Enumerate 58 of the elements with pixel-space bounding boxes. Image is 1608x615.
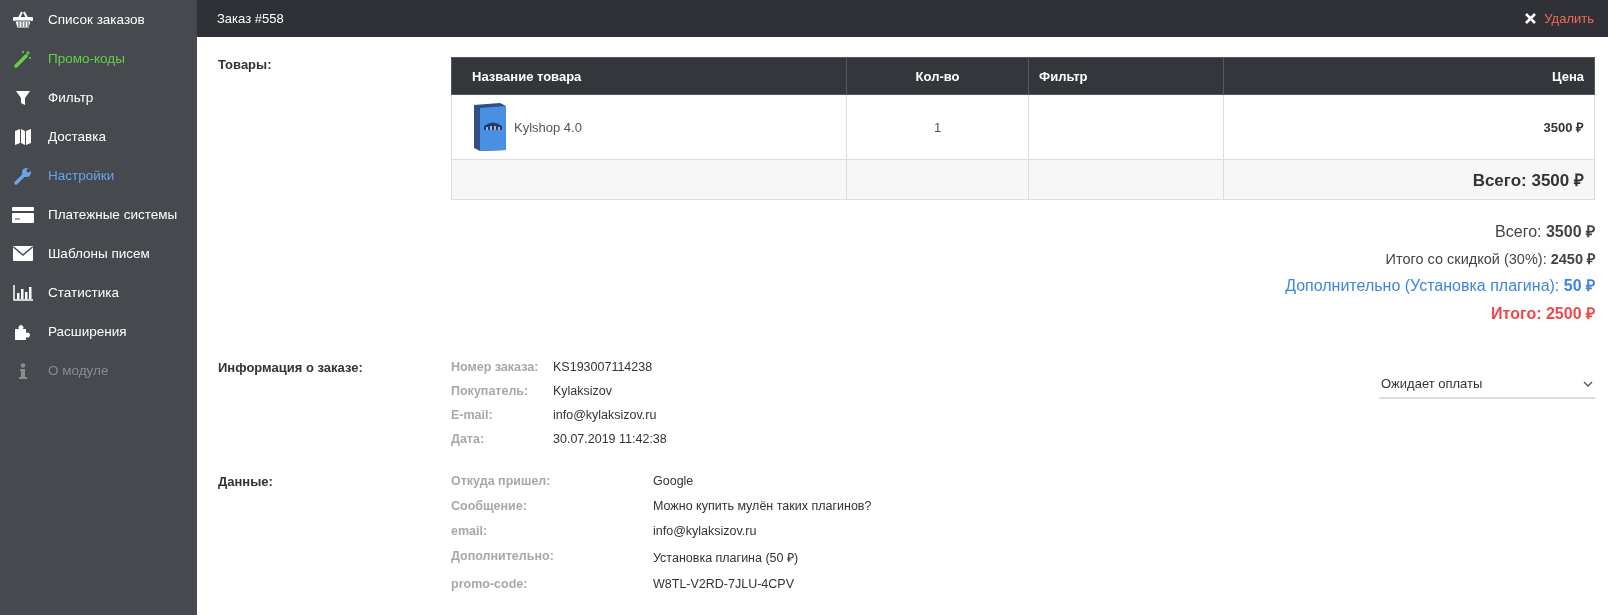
sidebar-item[interactable]: Расширения <box>0 312 197 351</box>
field-label: email: <box>451 524 489 538</box>
section-label: Информация о заказе: <box>218 360 364 377</box>
summary-line: Дополнительно (Установка плагина): 50 ₽ <box>1285 276 1595 296</box>
field-label: E-mail: <box>451 408 494 422</box>
sidebar-item[interactable]: Доставка <box>0 117 197 156</box>
field-label: Дата: <box>451 432 486 446</box>
field-value: info@kylaksizov.ru <box>653 524 758 538</box>
field-label: Номер заказа: <box>451 360 540 374</box>
field-value: Kylaksizov <box>553 384 614 398</box>
summary-line: Итого со скидкой (30%): 2450 ₽ <box>1385 250 1595 268</box>
sidebar-item[interactable]: Список заказов <box>0 0 197 39</box>
section-label: Данные: <box>218 474 274 491</box>
order-title: Заказ #558 <box>217 11 284 26</box>
table-total: Всего: 3500 ₽ <box>1472 171 1584 190</box>
sidebar-item[interactable]: Шаблоны писем <box>0 234 197 273</box>
wrench-icon <box>14 166 32 185</box>
field-value: Установка плагина (50 ₽) <box>653 550 800 566</box>
funnel-icon <box>15 89 31 106</box>
delete-button[interactable]: Удалить <box>1525 11 1594 26</box>
column-header: Фильтр <box>1028 57 1224 95</box>
column-header: Цена <box>1223 57 1595 95</box>
field-value: W8TL-V2RD-7JLU-4CPV <box>653 577 795 591</box>
chevron-down-icon <box>1583 380 1593 387</box>
sidebar-item[interactable]: Статистика <box>0 273 197 312</box>
software-box-icon <box>472 102 508 152</box>
field-value: 30.07.2019 11:42:38 <box>553 432 667 446</box>
close-icon <box>1525 13 1537 24</box>
field-value: Google <box>653 474 695 488</box>
column-header: Кол-во <box>846 57 1029 95</box>
section-label: Товары: <box>218 57 273 74</box>
field-value: Можно купить мулён таких плагинов? <box>653 499 873 513</box>
field-label: promo-code: <box>451 577 529 591</box>
summary-line: Итого: 2500 ₽ <box>1491 304 1595 324</box>
sidebar-item[interactable]: Промо-коды <box>0 39 197 78</box>
map-icon <box>14 127 32 146</box>
basket-icon <box>13 10 33 29</box>
envelope-icon <box>13 246 33 261</box>
column-header: Название товара <box>451 57 847 95</box>
field-value: KS193007114238 <box>553 360 654 374</box>
sidebar-item[interactable]: Настройки <box>0 156 197 195</box>
credit-card-icon <box>12 206 34 223</box>
field-value: info@kylaksizov.ru <box>553 408 658 422</box>
bar-chart-icon <box>13 284 33 301</box>
sidebar-item[interactable]: Фильтр <box>0 78 197 117</box>
puzzle-icon <box>14 322 32 341</box>
table-cell: 3500 ₽ <box>1223 94 1595 160</box>
field-label: Сообщение: <box>451 499 528 513</box>
product-name: Kylshop 4.0 <box>514 119 582 135</box>
table-cell: 1 <box>846 94 1029 160</box>
field-label: Откуда пришел: <box>451 474 552 488</box>
status-dropdown[interactable]: Ожидает оплаты <box>1379 370 1595 399</box>
info-icon <box>18 362 28 379</box>
sidebar-item[interactable]: Платежные системы <box>0 195 197 234</box>
magic-wand-icon <box>14 49 32 68</box>
field-label: Покупатель: <box>451 384 530 398</box>
field-label: Дополнительно: <box>451 549 555 565</box>
summary-line: Всего: 3500 ₽ <box>1495 222 1595 242</box>
